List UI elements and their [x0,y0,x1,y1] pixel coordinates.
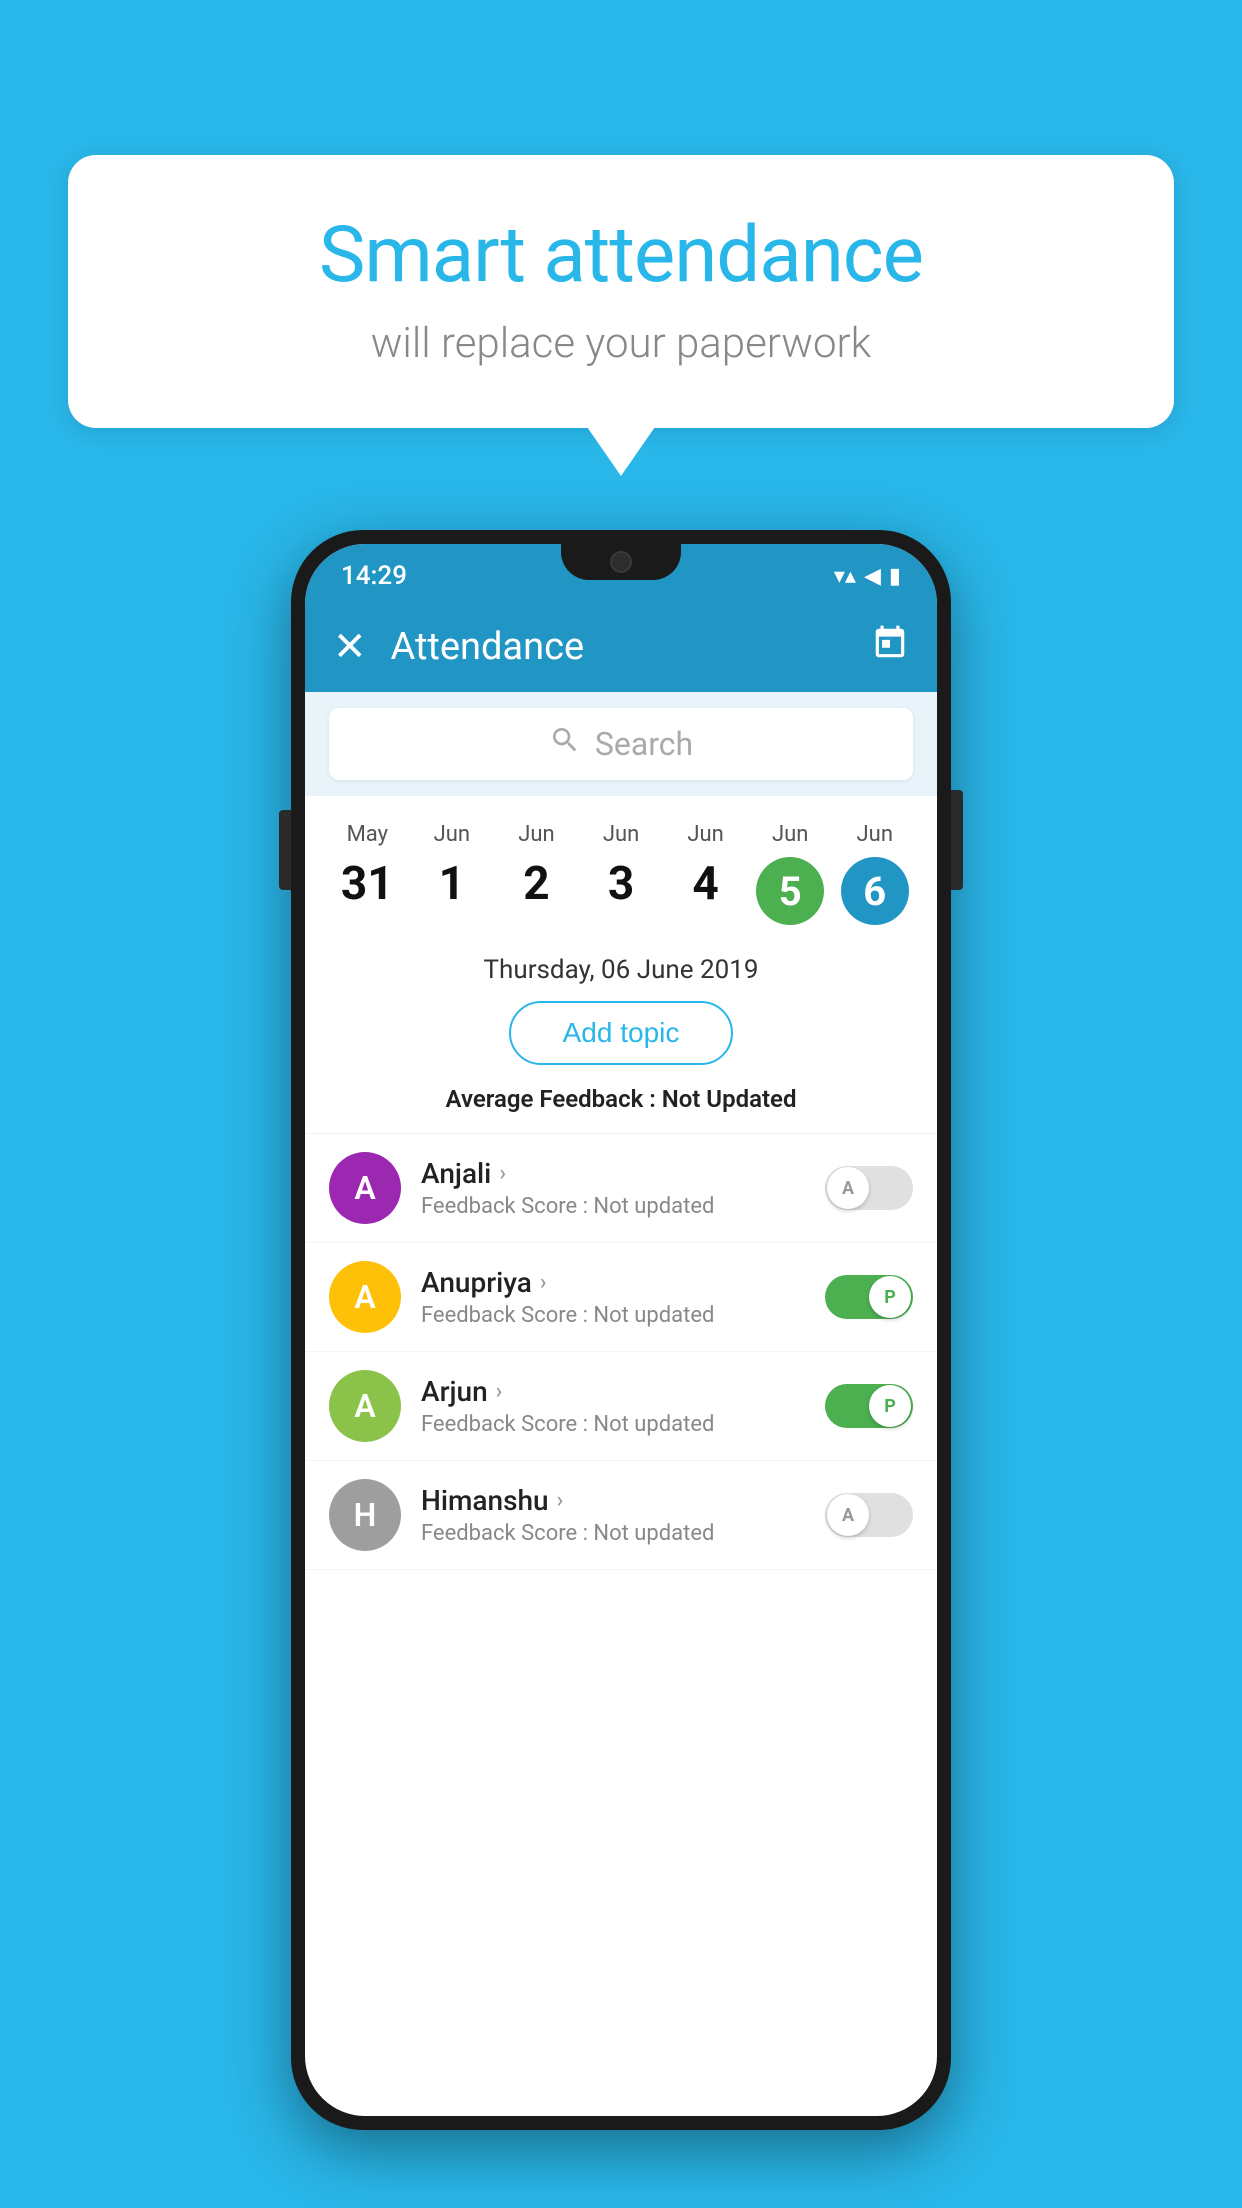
attendance-toggle[interactable]: P [825,1384,913,1428]
chevron-icon: › [557,1488,564,1513]
date-number: 6 [863,868,886,915]
feedback-score: Feedback Score : Not updated [421,1412,805,1437]
date-month: May [347,822,388,847]
student-row[interactable]: A Arjun › Feedback Score : Not updated P [305,1352,937,1461]
chevron-icon: › [496,1379,503,1404]
date-number: 3 [608,857,634,911]
speech-bubble-container: Smart attendance will replace your paper… [68,155,1174,428]
app-header: ✕ Attendance [305,602,937,692]
date-col-5[interactable]: Jun 5 [748,812,833,935]
signal-icon: ◀ [864,564,881,589]
student-row[interactable]: A Anupriya › Feedback Score : Not updated P [305,1243,937,1352]
calendar-icon[interactable] [871,624,909,671]
student-row[interactable]: A Anjali › Feedback Score : Not updated A [305,1134,937,1243]
search-bar[interactable]: Search [329,708,913,780]
attendance-toggle[interactable]: P [825,1275,913,1319]
student-name: Arjun › [421,1375,805,1408]
avg-feedback-label: Average Feedback : [446,1085,656,1113]
student-info: Anupriya › Feedback Score : Not updated [421,1266,805,1328]
date-circle: 31 [341,857,394,911]
date-month: Jun [434,822,470,847]
wifi-icon: ▾▴ [834,564,856,589]
student-info: Arjun › Feedback Score : Not updated [421,1375,805,1437]
date-month: Jun [518,822,554,847]
date-col-2[interactable]: Jun 2 [494,812,579,921]
date-number: 4 [692,857,718,911]
selected-date-label: Thursday, 06 June 2019 [305,955,937,985]
chevron-icon: › [540,1270,547,1295]
date-circle: 4 [692,857,718,911]
chevron-icon: › [499,1161,506,1186]
notch-camera [610,551,632,573]
date-number: 5 [779,868,802,915]
date-col-31[interactable]: May 31 [325,812,410,921]
feedback-score: Feedback Score : Not updated [421,1303,805,1328]
avg-feedback-value: Not Updated [662,1085,797,1113]
avg-feedback: Average Feedback : Not Updated [305,1085,937,1113]
bubble-subtitle: will replace your paperwork [128,319,1114,368]
close-button[interactable]: ✕ [333,627,367,667]
bubble-title: Smart attendance [128,210,1114,301]
avatar: H [329,1479,401,1551]
search-container: Search [305,692,937,796]
content-area: Thursday, 06 June 2019 Add topic Average… [305,935,937,1570]
battery-icon: ▮ [889,564,901,589]
student-name: Anjali › [421,1157,805,1190]
toggle-knob: A [827,1167,869,1209]
add-topic-button[interactable]: Add topic [509,1001,734,1065]
toggle-knob: P [869,1276,911,1318]
date-strip: May 31 Jun 1 Jun 2 Jun 3 Jun 4 Jun 5 Jun 6 [305,796,937,935]
attendance-toggle[interactable]: A [825,1166,913,1210]
date-number: 1 [439,857,465,911]
student-row[interactable]: H Himanshu › Feedback Score : Not updated A [305,1461,937,1570]
speech-bubble: Smart attendance will replace your paper… [68,155,1174,428]
date-col-3[interactable]: Jun 3 [579,812,664,921]
phone-notch [561,544,681,580]
date-number: 31 [341,857,394,911]
date-col-6[interactable]: Jun 6 [832,812,917,935]
avatar: A [329,1152,401,1224]
avatar: A [329,1261,401,1333]
date-col-1[interactable]: Jun 1 [410,812,495,921]
student-name: Himanshu › [421,1484,805,1517]
student-info: Anjali › Feedback Score : Not updated [421,1157,805,1219]
status-time: 14:29 [341,561,407,591]
date-circle: 5 [756,857,824,925]
search-placeholder: Search [595,725,693,763]
student-info: Himanshu › Feedback Score : Not updated [421,1484,805,1546]
header-title: Attendance [391,625,847,669]
student-list: AAnjali ›Feedback Score : Not updatedAAA… [305,1133,937,1570]
toggle-knob: P [869,1385,911,1427]
date-circle: 3 [608,857,634,911]
date-month: Jun [772,822,808,847]
toggle-knob: A [827,1494,869,1536]
phone-outer: 14:29 ▾▴ ◀ ▮ ✕ Attendance [291,530,951,2130]
date-month: Jun [603,822,639,847]
date-col-4[interactable]: Jun 4 [663,812,748,921]
search-icon [549,724,581,764]
date-month: Jun [687,822,723,847]
date-circle: 6 [841,857,909,925]
avatar: A [329,1370,401,1442]
phone-wrapper: 14:29 ▾▴ ◀ ▮ ✕ Attendance [291,530,951,2130]
student-name: Anupriya › [421,1266,805,1299]
date-circle: 2 [523,857,549,911]
date-month: Jun [857,822,893,847]
feedback-score: Feedback Score : Not updated [421,1521,805,1546]
phone-screen: 14:29 ▾▴ ◀ ▮ ✕ Attendance [305,544,937,2116]
date-circle: 1 [439,857,465,911]
attendance-toggle[interactable]: A [825,1493,913,1537]
date-number: 2 [523,857,549,911]
status-icons: ▾▴ ◀ ▮ [834,564,901,589]
feedback-score: Feedback Score : Not updated [421,1194,805,1219]
